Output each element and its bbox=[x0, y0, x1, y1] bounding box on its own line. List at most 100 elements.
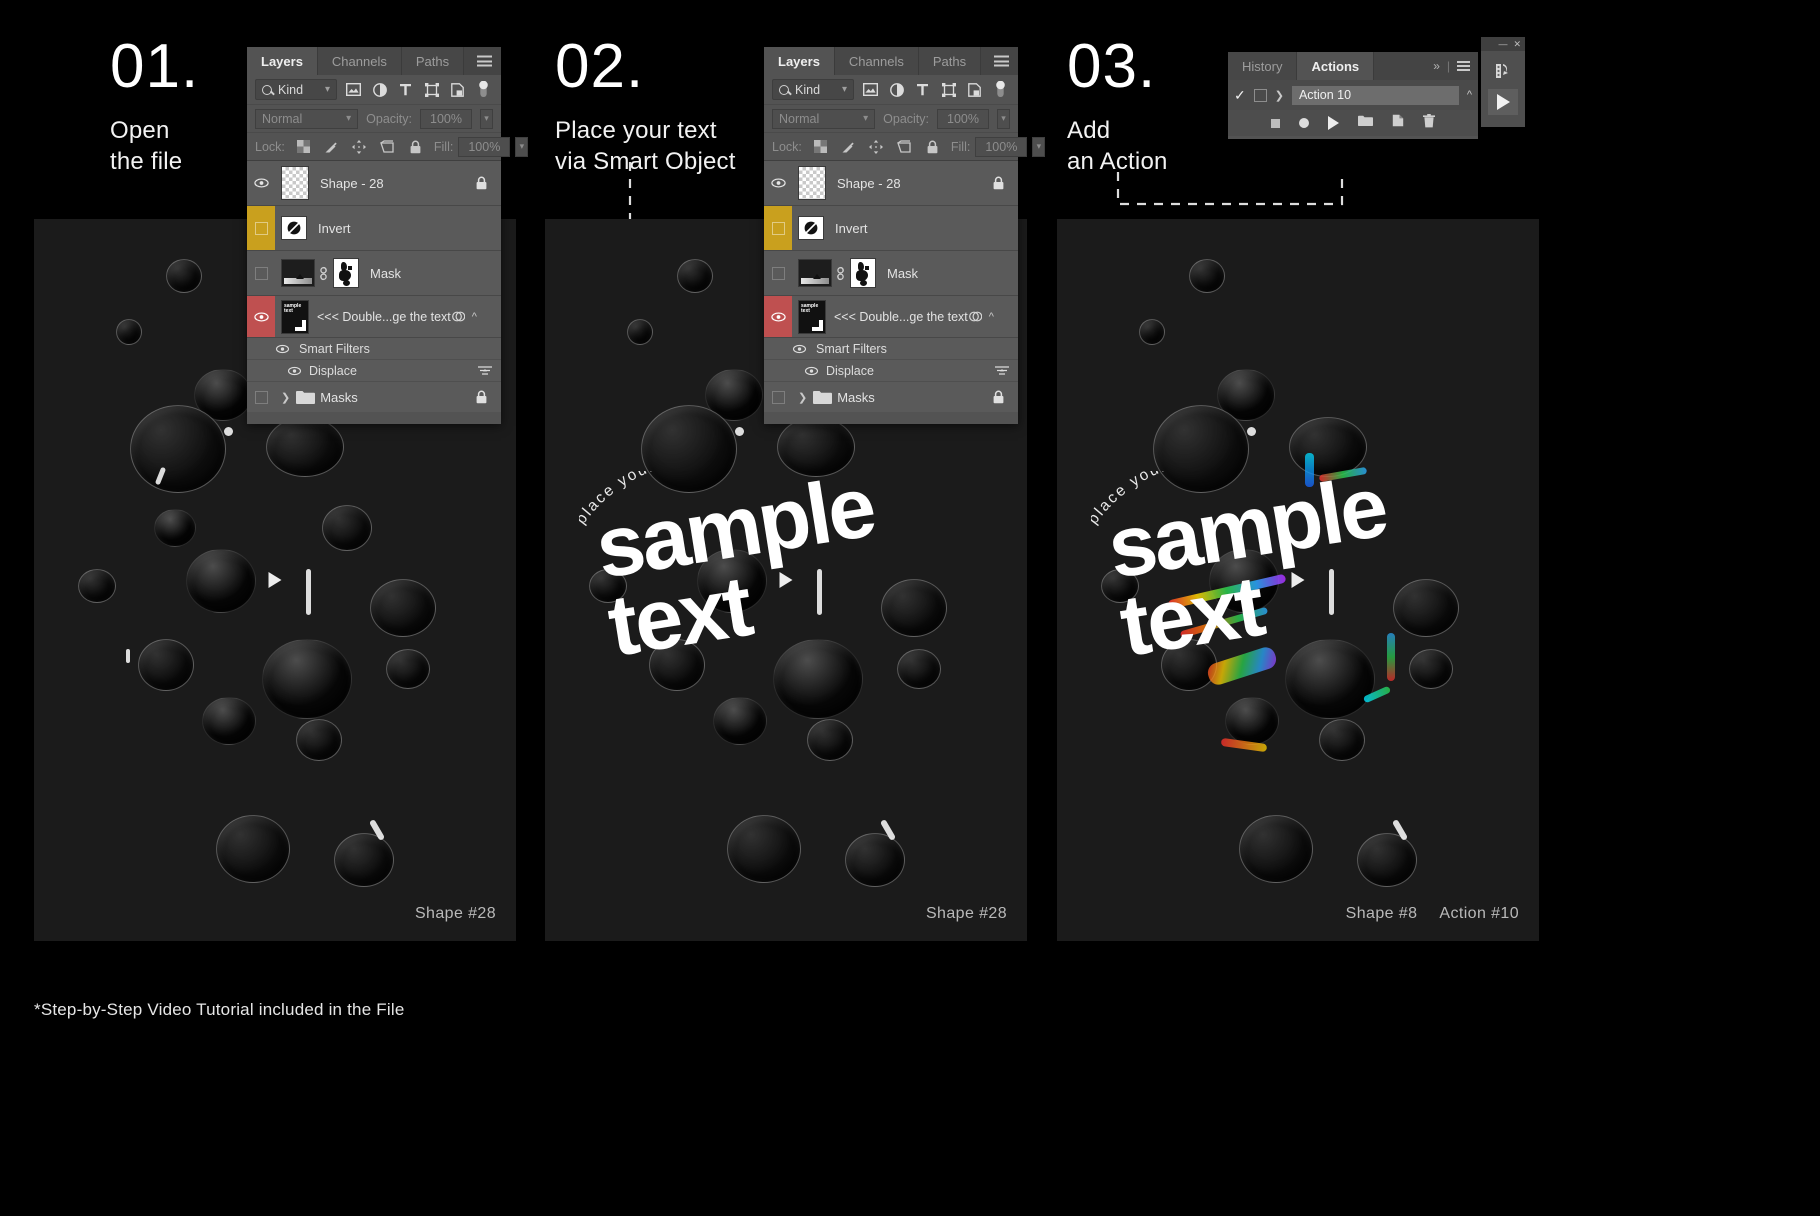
play-tool-icon[interactable] bbox=[1488, 89, 1518, 115]
play-overlay-2[interactable] bbox=[779, 572, 793, 588]
kind-filter-select-2[interactable]: Kind ▾ bbox=[772, 79, 854, 100]
chevron-double-right-icon[interactable]: » bbox=[1433, 59, 1440, 73]
action-toggle-box[interactable] bbox=[1253, 88, 1267, 102]
adjustment-filter-icon[interactable] bbox=[370, 80, 389, 99]
layer-color-tag-yellow[interactable] bbox=[247, 206, 275, 250]
lock-artboard-icon[interactable] bbox=[378, 137, 397, 156]
lock-transparency-icon[interactable] bbox=[294, 137, 313, 156]
lock-icon[interactable] bbox=[472, 174, 491, 193]
chevron-up-icon[interactable]: ^ bbox=[989, 311, 994, 323]
image-filter-icon[interactable] bbox=[344, 80, 363, 99]
panel-tabs-2[interactable]: Layers Channels Paths bbox=[764, 47, 1018, 75]
record-icon[interactable] bbox=[1299, 118, 1309, 128]
chevron-right-icon[interactable]: ❯ bbox=[798, 391, 807, 404]
visibility-checkbox[interactable] bbox=[254, 221, 268, 235]
layer-visibility-toggle[interactable] bbox=[764, 161, 792, 205]
blend-row-2[interactable]: Normal ▾ Opacity: 100% ▾ bbox=[764, 105, 1018, 133]
lock-row-1[interactable]: Lock: Fill: 100% ▾ bbox=[247, 133, 529, 161]
panel-tabs-1[interactable]: Layers Channels Paths bbox=[247, 47, 501, 75]
fill-value-2[interactable]: 100% bbox=[975, 136, 1028, 157]
panel-menu-icon-1[interactable] bbox=[477, 55, 492, 67]
layer-row-shape28-2[interactable]: Shape - 28 bbox=[764, 161, 1018, 206]
type-filter-icon[interactable] bbox=[396, 80, 415, 99]
actions-panel-tabs[interactable]: History Actions » | bbox=[1228, 52, 1478, 80]
lock-position-icon[interactable] bbox=[867, 137, 886, 156]
tab-actions[interactable]: Actions bbox=[1297, 52, 1375, 80]
layer-row-mask-1[interactable]: Mask bbox=[247, 251, 501, 296]
layer-color-tag-red[interactable] bbox=[247, 296, 275, 337]
layer-row-smartobject-2[interactable]: sample text <<< Double...ge the text ^ bbox=[764, 296, 1018, 338]
filter-toggle-icon[interactable] bbox=[991, 80, 1010, 99]
visibility-checkbox[interactable] bbox=[771, 221, 785, 235]
blend-mode-select-2[interactable]: Normal ▾ bbox=[772, 108, 876, 129]
smart-filters-row-2[interactable]: Smart Filters bbox=[764, 338, 1018, 360]
layers-panel-2[interactable]: Layers Channels Paths Kind ▾ Normal ▾ Op… bbox=[764, 47, 1046, 424]
visibility-checkbox[interactable] bbox=[254, 390, 268, 404]
fill-stepper-1[interactable]: ▾ bbox=[515, 136, 529, 157]
close-icon[interactable]: ✕ bbox=[1513, 39, 1521, 49]
filter-settings-icon[interactable] bbox=[475, 361, 494, 380]
actions-tool-icon[interactable] bbox=[1488, 58, 1518, 84]
lock-icon[interactable] bbox=[472, 388, 491, 407]
action-name[interactable]: Action 10 bbox=[1291, 85, 1459, 105]
chevron-right-icon[interactable]: ❯ bbox=[1275, 89, 1284, 102]
tab-channels-2[interactable]: Channels bbox=[834, 47, 919, 75]
opacity-stepper-2[interactable]: ▾ bbox=[997, 108, 1010, 129]
layer-visibility-toggle[interactable] bbox=[247, 161, 275, 205]
folder-icon[interactable] bbox=[1358, 114, 1373, 132]
lock-all-icon[interactable] bbox=[923, 137, 942, 156]
layer-row-mask-2[interactable]: Mask bbox=[764, 251, 1018, 296]
layer-row-invert-1[interactable]: Invert bbox=[247, 206, 501, 251]
lock-artboard-icon[interactable] bbox=[895, 137, 914, 156]
layer-visibility-toggle[interactable] bbox=[247, 382, 275, 412]
shape-filter-icon[interactable] bbox=[939, 80, 958, 99]
panel-menu-icon-2[interactable] bbox=[994, 55, 1009, 67]
displace-filter-row-2[interactable]: Displace bbox=[764, 360, 1018, 382]
lock-transparency-icon[interactable] bbox=[811, 137, 830, 156]
adjustment-filter-icon[interactable] bbox=[887, 80, 906, 99]
hamburger-icon[interactable] bbox=[1457, 61, 1470, 71]
tab-channels-1[interactable]: Channels bbox=[317, 47, 402, 75]
filter-toggle-icon[interactable] bbox=[474, 80, 493, 99]
action-item-row[interactable]: ✓ ❯ Action 10 ^ bbox=[1228, 80, 1478, 110]
layer-color-tag-yellow[interactable] bbox=[764, 206, 792, 250]
image-filter-icon[interactable] bbox=[861, 80, 880, 99]
checkmark-icon[interactable]: ✓ bbox=[1234, 87, 1246, 104]
smartobject-filter-icon[interactable] bbox=[448, 80, 467, 99]
layers-panel-1[interactable]: Layers Channels Paths Kind ▾ Normal ▾ Op… bbox=[247, 47, 529, 424]
layer-row-shape28-1[interactable]: Shape - 28 bbox=[247, 161, 501, 206]
kind-filter-select-1[interactable]: Kind ▾ bbox=[255, 79, 337, 100]
type-filter-icon[interactable] bbox=[913, 80, 932, 99]
lock-row-2[interactable]: Lock: Fill: 100% ▾ bbox=[764, 133, 1046, 161]
chevron-right-icon[interactable]: ❯ bbox=[281, 391, 290, 404]
link-icon[interactable] bbox=[834, 264, 846, 283]
tab-paths-1[interactable]: Paths bbox=[401, 47, 465, 75]
displace-filter-row-1[interactable]: Displace bbox=[247, 360, 501, 382]
lock-position-icon[interactable] bbox=[350, 137, 369, 156]
minimize-icon[interactable]: — bbox=[1498, 39, 1507, 49]
opacity-value-2[interactable]: 100% bbox=[937, 108, 989, 129]
layer-row-smartobject-1[interactable]: sample text <<< Double...ge the text ^ bbox=[247, 296, 501, 338]
tab-layers-1[interactable]: Layers bbox=[247, 47, 318, 75]
fill-value-1[interactable]: 100% bbox=[458, 136, 511, 157]
visibility-checkbox[interactable] bbox=[771, 390, 785, 404]
actions-toolbar[interactable] bbox=[1228, 110, 1478, 136]
side-dock[interactable]: — ✕ bbox=[1481, 37, 1525, 127]
layer-visibility-toggle[interactable] bbox=[764, 251, 792, 295]
lock-icon[interactable] bbox=[989, 174, 1008, 193]
lock-image-icon[interactable] bbox=[322, 137, 341, 156]
layer-row-masks-1[interactable]: ❯ Masks bbox=[247, 382, 501, 412]
duplicate-icon[interactable] bbox=[1392, 114, 1404, 132]
filter-row-2[interactable]: Kind ▾ bbox=[764, 75, 1018, 105]
play-overlay-1[interactable] bbox=[268, 572, 282, 588]
layer-color-tag-red[interactable] bbox=[764, 296, 792, 337]
chevron-up-icon[interactable]: ^ bbox=[472, 311, 477, 323]
visibility-checkbox[interactable] bbox=[254, 266, 268, 280]
lock-image-icon[interactable] bbox=[839, 137, 858, 156]
stop-icon[interactable] bbox=[1271, 118, 1280, 128]
tab-paths-2[interactable]: Paths bbox=[918, 47, 982, 75]
layer-row-masks-2[interactable]: ❯ Masks bbox=[764, 382, 1018, 412]
side-dock-titlebar[interactable]: — ✕ bbox=[1481, 37, 1525, 51]
filter-settings-icon[interactable] bbox=[992, 361, 1011, 380]
fill-stepper-2[interactable]: ▾ bbox=[1032, 136, 1046, 157]
